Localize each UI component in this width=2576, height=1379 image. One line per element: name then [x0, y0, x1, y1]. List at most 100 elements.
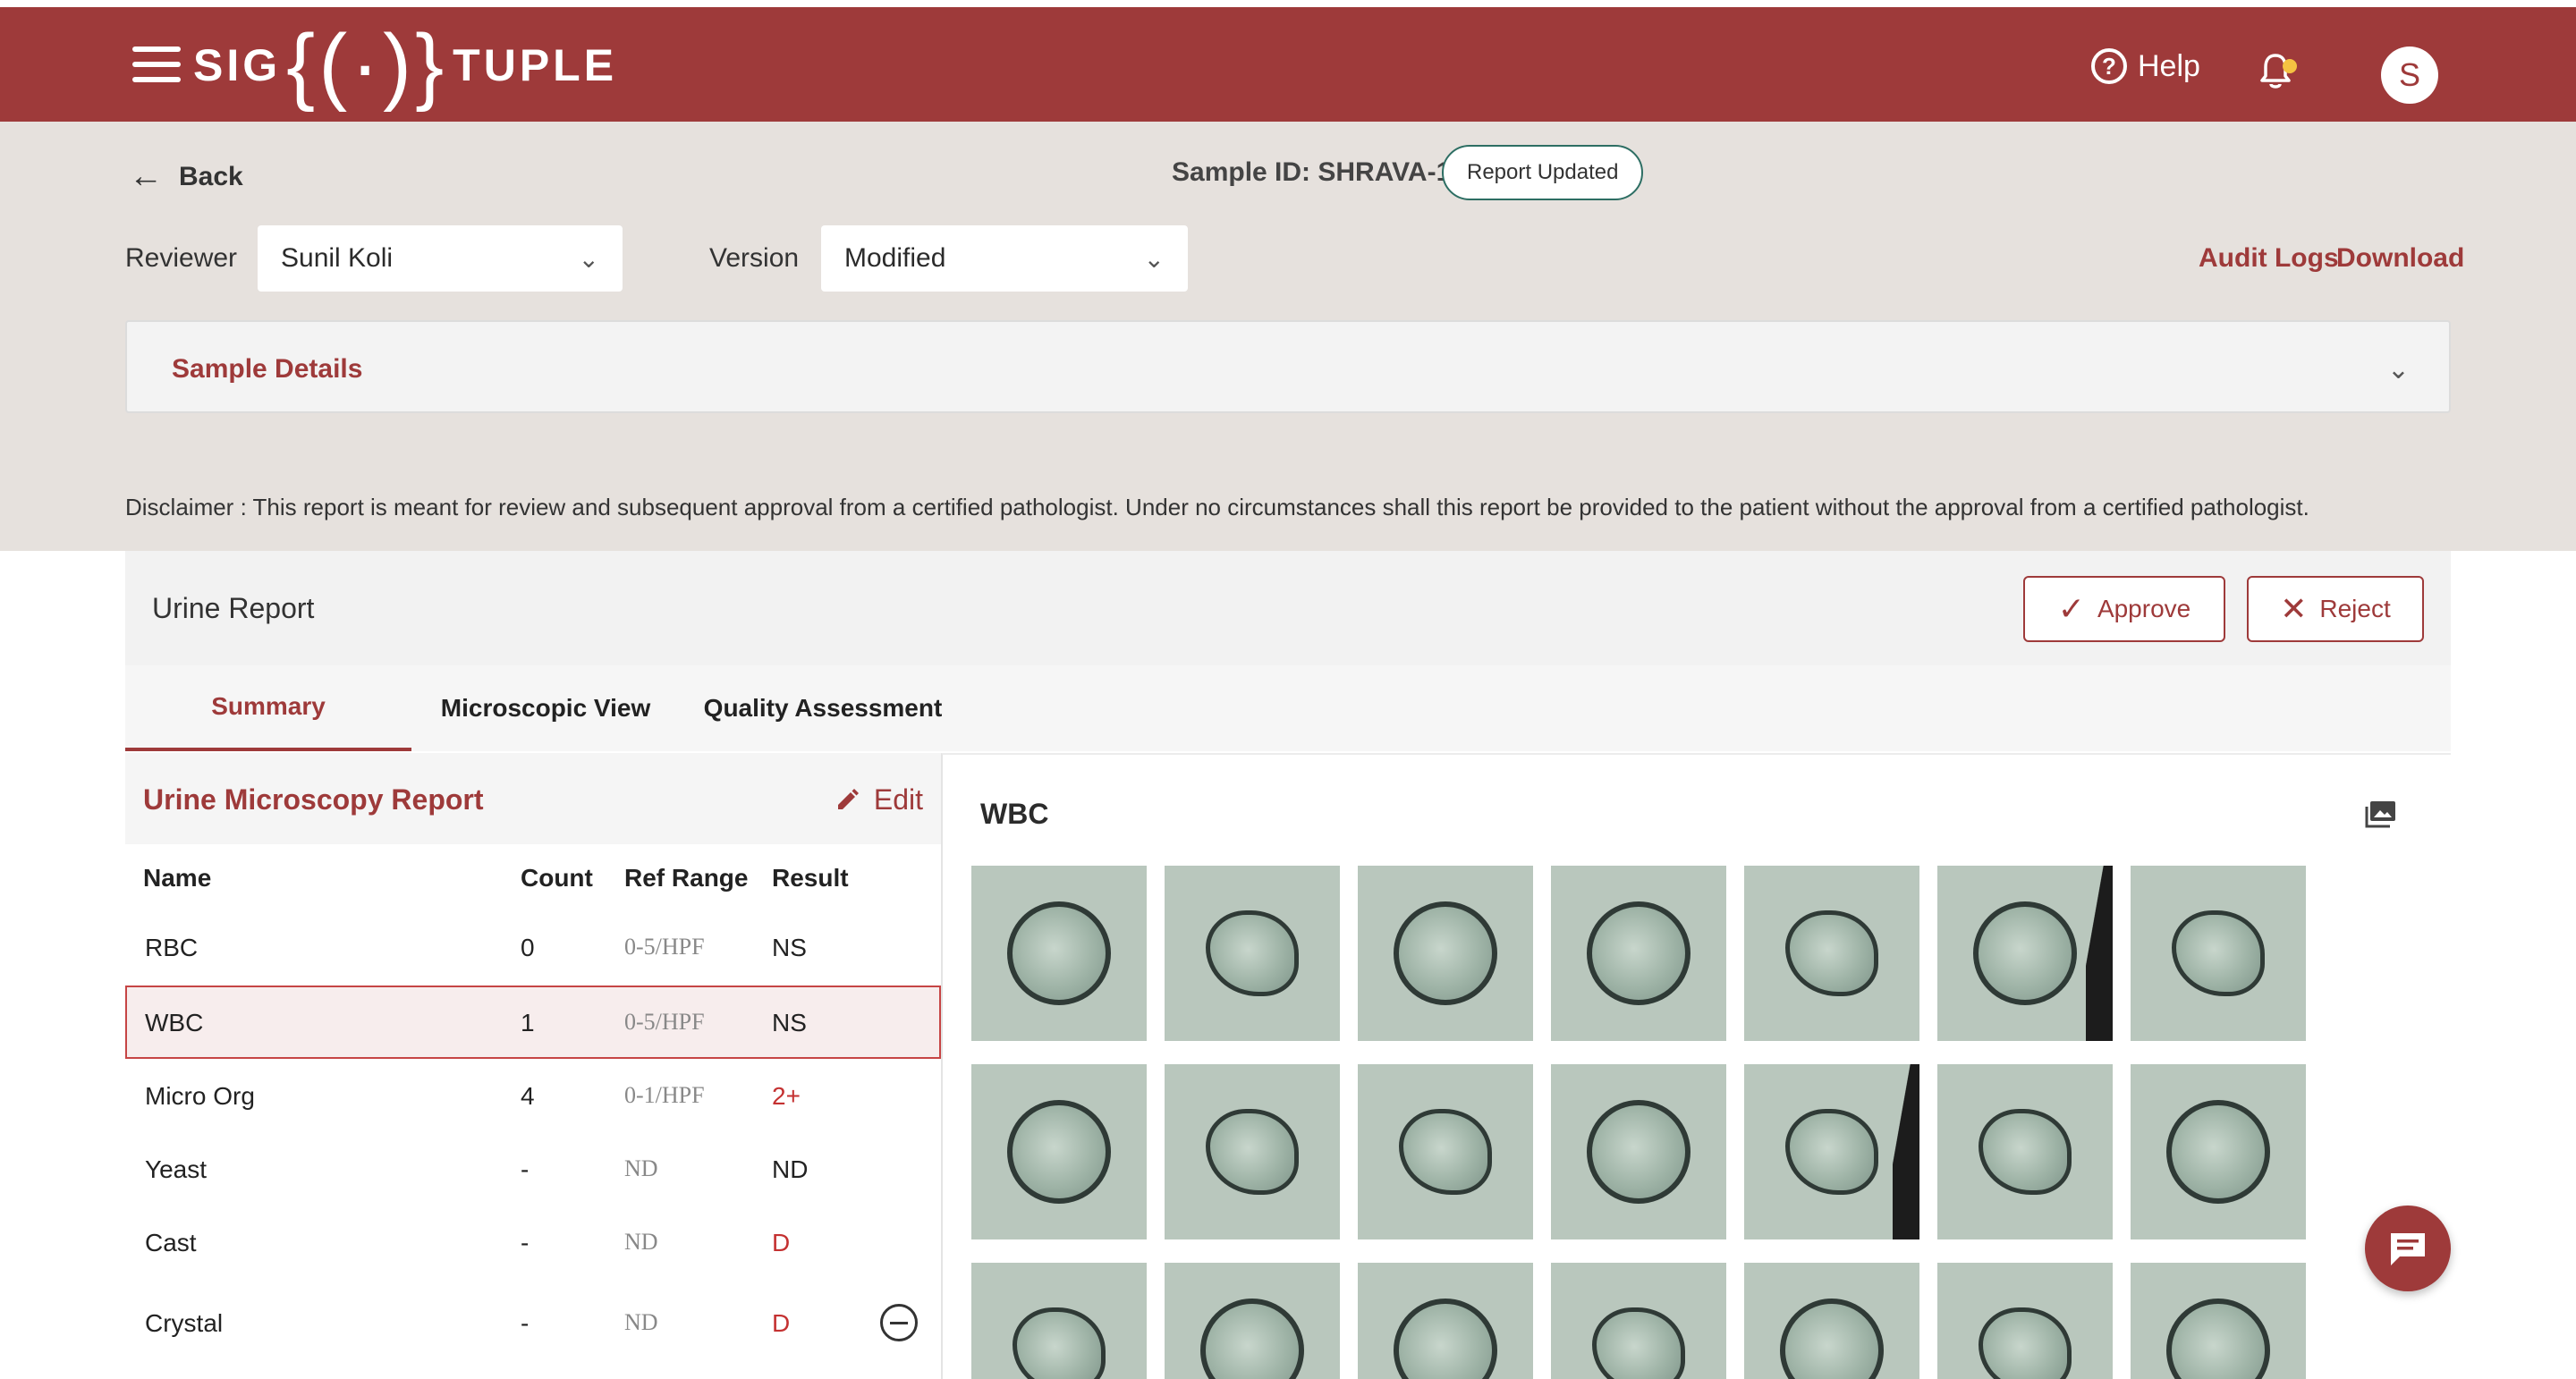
- cell-thumbnail[interactable]: [1937, 866, 2113, 1041]
- back-label: Back: [179, 161, 243, 191]
- row-name: Micro Org: [145, 1082, 255, 1110]
- audit-logs-link[interactable]: Audit Logs: [2199, 243, 2339, 274]
- report-title: Urine Report: [152, 592, 315, 624]
- row-count: -: [521, 1229, 530, 1256]
- table-row[interactable]: Cast - ND D: [125, 1207, 941, 1281]
- image-gallery-icon[interactable]: [2365, 799, 2397, 828]
- table-row-selected[interactable]: WBC 1 0-5/HPF NS: [125, 986, 941, 1059]
- microscopy-report-panel: Urine Microscopy Report Edit Name Count …: [125, 753, 941, 1379]
- chevron-down-icon: ⌄: [1143, 244, 1165, 273]
- cell-thumbnail[interactable]: [1165, 1064, 1340, 1239]
- disclaimer-text: Disclaimer : This report is meant for re…: [125, 494, 2309, 520]
- row-ref-range: 0-5/HPF: [624, 934, 705, 960]
- cell-thumbnail[interactable]: [971, 1263, 1147, 1379]
- pencil-icon: [837, 788, 859, 809]
- table-row[interactable]: RBC 0 0-5/HPF NS: [125, 912, 941, 986]
- table-row[interactable]: Yeast - ND ND: [125, 1134, 941, 1207]
- table-row[interactable]: Micro Org 4 0-1/HPF 2+: [125, 1061, 941, 1134]
- chevron-down-icon: ⌄: [2386, 355, 2410, 385]
- row-result: ND: [772, 1155, 809, 1183]
- report-tabs: Summary Microscopic View Quality Assessm…: [125, 665, 2451, 751]
- approve-button[interactable]: ✓ Approve: [2023, 576, 2225, 642]
- close-icon: ✕: [2280, 590, 2308, 627]
- row-count: -: [521, 1309, 530, 1337]
- row-ref-range: 0-1/HPF: [624, 1082, 705, 1108]
- row-name: RBC: [145, 934, 199, 961]
- chevron-down-icon: ⌄: [578, 244, 599, 273]
- download-link[interactable]: Download: [2336, 243, 2464, 274]
- cell-thumbnail[interactable]: [971, 1064, 1147, 1239]
- check-icon: ✓: [2057, 590, 2085, 627]
- cell-thumbnail[interactable]: [1551, 1263, 1726, 1379]
- cell-image-viewer: WBC: [941, 753, 2451, 1379]
- column-header-count: Count: [521, 864, 593, 892]
- help-label: Help: [2138, 48, 2200, 83]
- notification-dot: [2283, 59, 2297, 73]
- row-result: D: [772, 1309, 791, 1337]
- row-name: WBC: [145, 1009, 204, 1036]
- reviewer-select[interactable]: Sunil Koli ⌄: [258, 225, 623, 292]
- report-header: Urine Report ✓ Approve ✕ Reject: [125, 551, 2451, 665]
- approve-label: Approve: [2097, 595, 2191, 622]
- back-button[interactable]: ← Back: [129, 157, 243, 196]
- cell-thumbnail[interactable]: [1358, 866, 1533, 1041]
- row-result: 2+: [772, 1082, 801, 1110]
- cell-thumbnail[interactable]: [2131, 866, 2306, 1041]
- cell-thumbnail[interactable]: [971, 866, 1147, 1041]
- cell-thumbnail[interactable]: [1551, 866, 1726, 1041]
- cell-thumbnail[interactable]: [1165, 1263, 1340, 1379]
- viewer-title: WBC: [980, 798, 1049, 830]
- menu-icon[interactable]: [132, 47, 181, 82]
- row-ref-range: ND: [624, 1309, 658, 1335]
- cell-thumbnail[interactable]: [1937, 1263, 2113, 1379]
- cell-thumbnail[interactable]: [1358, 1263, 1533, 1379]
- logo-mark: {(·)}: [286, 17, 448, 113]
- reviewer-label: Reviewer: [125, 243, 238, 273]
- row-ref-range: 0-5/HPF: [624, 1009, 705, 1035]
- row-name: Cast: [145, 1229, 197, 1256]
- version-label: Version: [709, 243, 800, 273]
- cell-thumbnail[interactable]: [1165, 866, 1340, 1041]
- version-value: Modified: [844, 243, 946, 273]
- microscopy-report-title: Urine Microscopy Report: [143, 783, 484, 816]
- cell-thumbnail[interactable]: [1744, 1064, 1919, 1239]
- sample-details-accordion[interactable]: Sample Details ⌄: [125, 320, 2451, 413]
- column-header-result: Result: [772, 864, 849, 892]
- sigtuple-logo[interactable]: SIG {(·)} TUPLE: [193, 16, 617, 114]
- edit-button[interactable]: Edit: [835, 783, 923, 816]
- status-badge: Report Updated: [1442, 145, 1644, 200]
- reject-label: Reject: [2319, 595, 2391, 622]
- edit-label: Edit: [873, 783, 923, 816]
- microscopy-report-header: Urine Microscopy Report Edit: [125, 753, 941, 844]
- row-result: NS: [772, 1009, 807, 1036]
- bell-icon[interactable]: [2258, 52, 2297, 91]
- cell-thumbnail[interactable]: [2131, 1064, 2306, 1239]
- arrow-left-icon: ←: [129, 157, 163, 195]
- cell-thumbnail[interactable]: [1744, 1263, 1919, 1379]
- chat-button[interactable]: [2365, 1206, 2451, 1291]
- help-button[interactable]: ? Help: [2091, 48, 2200, 84]
- row-result: D: [772, 1229, 791, 1256]
- cell-thumbnail[interactable]: [1358, 1064, 1533, 1239]
- cell-thumbnail[interactable]: [1551, 1064, 1726, 1239]
- column-header-ref-range: Ref Range: [624, 864, 749, 892]
- cell-thumbnail[interactable]: [1937, 1064, 2113, 1239]
- cell-thumbnail[interactable]: [2131, 1263, 2306, 1379]
- row-count: 0: [521, 934, 535, 961]
- remove-circle-icon[interactable]: [880, 1304, 918, 1341]
- cell-thumbnail[interactable]: [1744, 866, 1919, 1041]
- question-circle-icon: ?: [2091, 48, 2127, 84]
- row-count: 4: [521, 1082, 535, 1110]
- table-row[interactable]: Crystal - ND D: [125, 1288, 941, 1361]
- avatar[interactable]: S: [2381, 47, 2438, 104]
- version-select[interactable]: Modified ⌄: [821, 225, 1188, 292]
- tab-summary[interactable]: Summary: [125, 665, 411, 751]
- logo-text-right: TUPLE: [453, 40, 618, 90]
- row-name: Yeast: [145, 1155, 208, 1183]
- sample-id: Sample ID: SHRAVA-1: [1172, 157, 1452, 187]
- tab-quality-assessment[interactable]: Quality Assessment: [689, 665, 957, 751]
- row-ref-range: ND: [624, 1229, 658, 1255]
- row-count: 1: [521, 1009, 535, 1036]
- reject-button[interactable]: ✕ Reject: [2247, 576, 2424, 642]
- tab-microscopic-view[interactable]: Microscopic View: [411, 665, 680, 751]
